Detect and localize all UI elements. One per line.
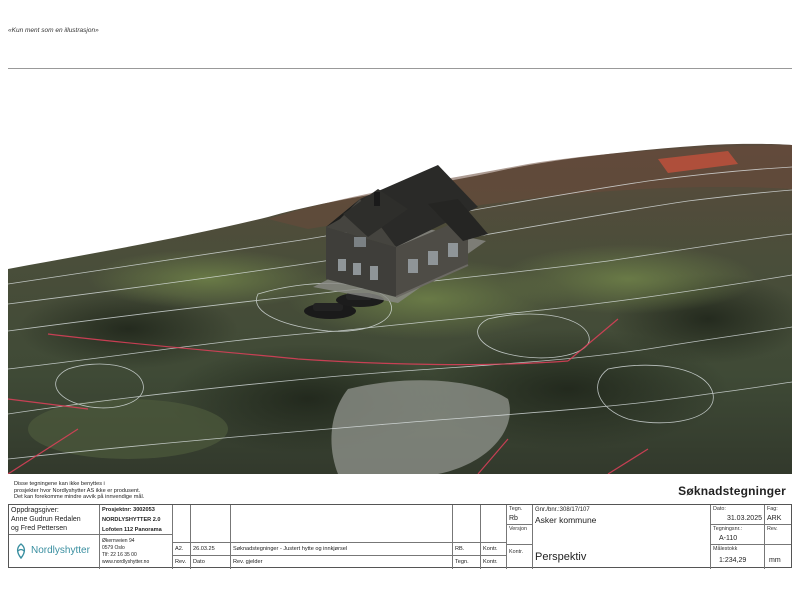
revision-rev: A2. xyxy=(173,543,191,556)
revision-checked: Kontr. xyxy=(481,543,507,556)
rev-header: Rev. xyxy=(173,556,191,569)
perspective-scene xyxy=(8,69,792,474)
description-header: Rev. gjelder xyxy=(231,556,453,569)
revision-date: 26.03.25 xyxy=(191,543,231,556)
date-header: Dato xyxy=(191,556,231,569)
drawing-number-cell: Tegningsnr.: A-110 xyxy=(711,525,765,545)
drawn-header: Tegn. xyxy=(453,556,481,569)
drawn-by-cell: Tegn. Rb xyxy=(507,505,533,525)
document-type-title: Søknadstegninger xyxy=(678,484,786,498)
scale-cell: Målestokk 1:234,29 xyxy=(711,545,765,569)
company-logo: Nordlyshytter xyxy=(9,535,100,569)
company-address: Økernveien 94 0579 Oslo Tlf: 22 16 35 00… xyxy=(100,535,173,569)
project-cell: Prosjektnr: 3002053 NORDLYSHYTTER 2.0 Lo… xyxy=(100,505,173,535)
illustration-note: «Kun ment som en illustrasjon» xyxy=(8,27,99,34)
terrain-render xyxy=(8,69,792,474)
disclaimer-text: Disse tegningene kan ikke benyttes i pro… xyxy=(14,481,145,501)
drawing-title-cell: Perspektiv xyxy=(533,545,711,569)
revision-drawn-by: RB. xyxy=(453,543,481,556)
property-cell: Gnr./bnr.:308/17/107 Asker kommune xyxy=(533,505,711,545)
drawing-rev-cell: Rev. xyxy=(765,525,791,545)
checked-header: Kontr. xyxy=(481,556,507,569)
revision-description: Søknadstegninger - Justert hytte og innk… xyxy=(231,543,453,556)
nordlyshytter-logo-icon xyxy=(16,543,26,559)
version-cell: Versjon xyxy=(507,525,533,545)
date-cell: Dato: 31.03.2025 xyxy=(711,505,765,525)
client-cell: Oppdragsgiver: Anne Gudrun Redalen og Fr… xyxy=(9,505,100,535)
subject-cell: Fag: ARK xyxy=(765,505,791,525)
unit-cell: mm xyxy=(769,557,781,564)
title-block: Oppdragsgiver: Anne Gudrun Redalen og Fr… xyxy=(8,504,792,569)
checked-cell: Kontr. xyxy=(507,545,533,569)
